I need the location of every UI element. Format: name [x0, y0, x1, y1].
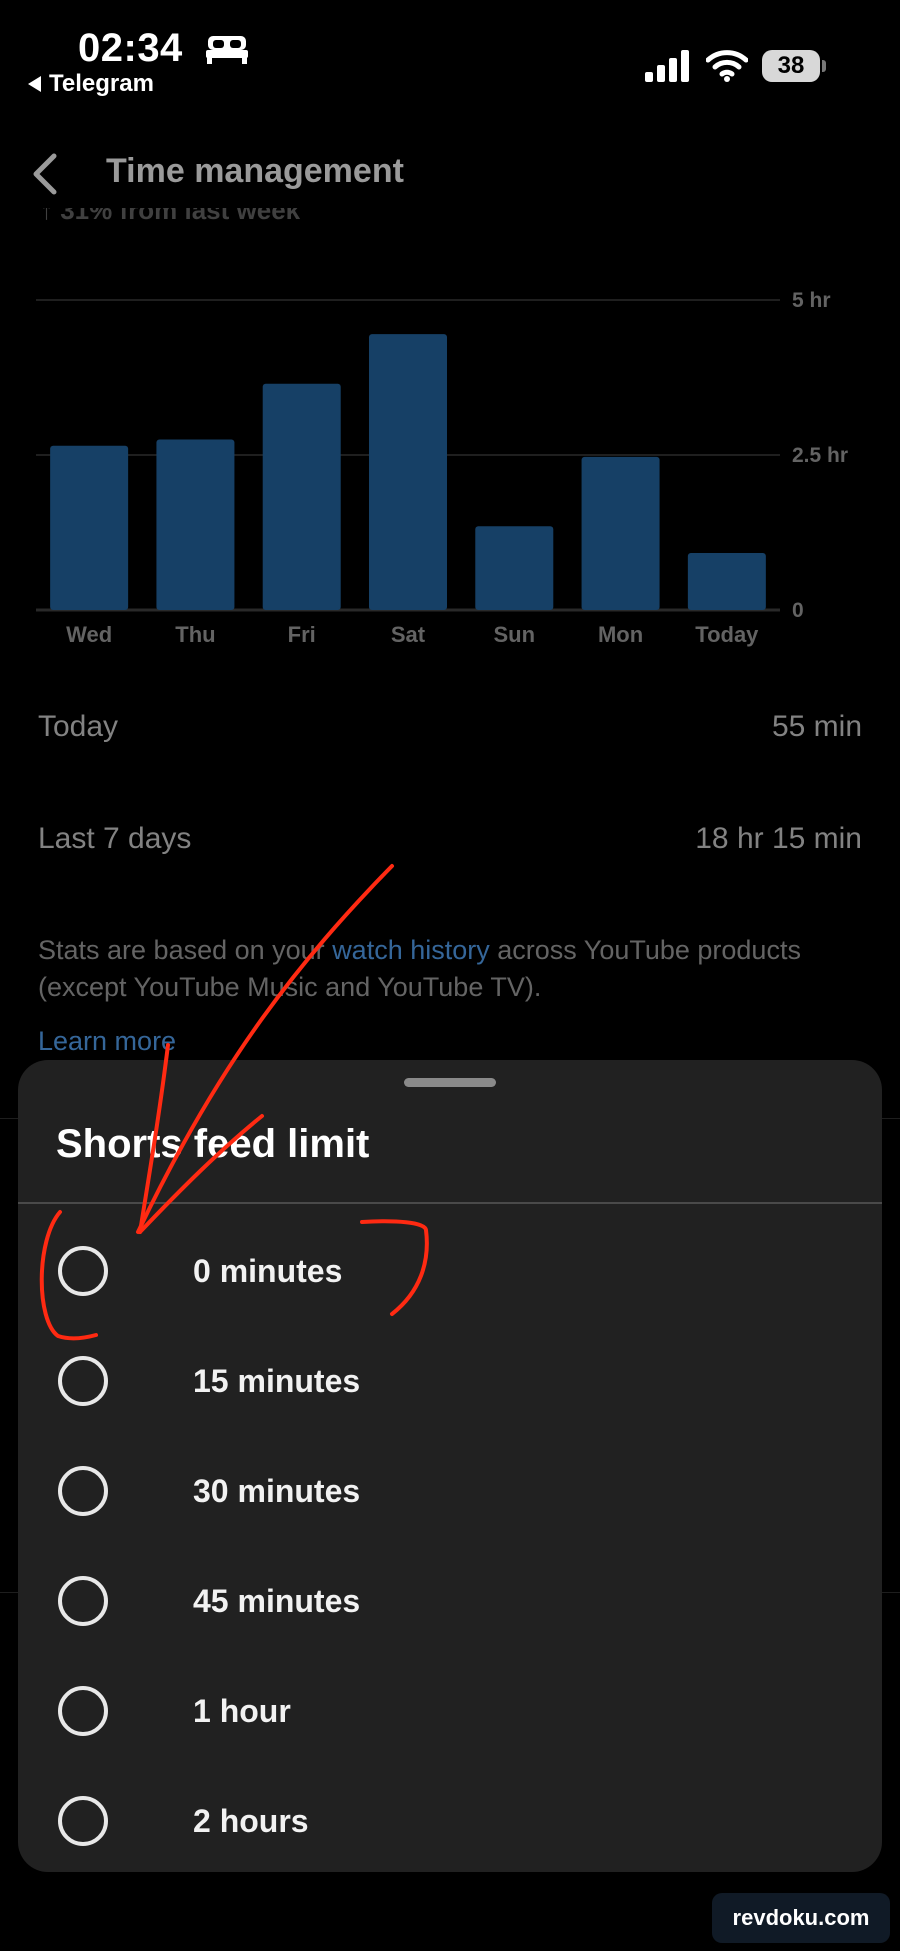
limit-options-list: 0 minutes 15 minutes 30 minutes 45 minut…	[18, 1216, 882, 1872]
last-7-days-label: Last 7 days	[38, 822, 192, 855]
watch-history-link[interactable]: watch history	[332, 935, 490, 965]
sheet-drag-handle[interactable]	[404, 1078, 496, 1087]
status-bar: 02:34 Telegram 38	[0, 0, 900, 110]
bar-wed	[50, 445, 129, 610]
bar-thu	[156, 439, 235, 610]
daily-usage-chart: 5 hr 2.5 hr 0 Wed Thu Fri Sat Sun Mon Today	[36, 289, 848, 647]
x-tick-label: Today	[695, 622, 759, 647]
page-title: Time management	[106, 152, 404, 190]
radio-button-icon[interactable]	[58, 1686, 108, 1736]
radio-button-icon[interactable]	[58, 1466, 108, 1516]
radio-button-icon[interactable]	[58, 1576, 108, 1626]
page-header: Time management	[0, 130, 900, 220]
x-tick-label: Mon	[598, 622, 643, 647]
battery-level: 38	[762, 50, 820, 82]
sheet-divider	[18, 1202, 882, 1204]
back-chevron-icon[interactable]	[26, 150, 62, 198]
option-label: 30 minutes	[193, 1473, 361, 1509]
stats-disclaimer: Stats are based on your watch history ac…	[38, 935, 801, 1002]
option-45-minutes[interactable]: 45 minutes	[18, 1546, 882, 1656]
watermark: revdoku.com	[712, 1893, 890, 1943]
option-label: 45 minutes	[193, 1583, 361, 1619]
shorts-feed-limit-sheet: Shorts feed limit 0 minutes 15 minutes 3…	[18, 1060, 882, 1872]
bar-mon	[581, 456, 660, 610]
last-7-days-value: 18 hr 15 min	[695, 822, 862, 855]
back-app-label: Telegram	[49, 70, 154, 97]
y-tick-label: 2.5 hr	[792, 444, 848, 467]
wifi-icon	[706, 50, 748, 82]
x-tick-label: Wed	[66, 622, 112, 647]
bar-today	[687, 552, 766, 610]
y-tick-label: 0	[792, 599, 804, 622]
today-stat-row: Today 55 min	[38, 710, 862, 744]
bar-sat	[369, 334, 447, 610]
cellular-signal-icon	[645, 50, 689, 82]
option-label: 0 minutes	[193, 1253, 343, 1289]
x-tick-label: Sun	[494, 622, 536, 647]
battery-indicator: 38	[762, 50, 826, 82]
bar-sun	[475, 526, 554, 610]
weekly-change-text: ↑ 31% from last week	[40, 208, 301, 225]
option-2-hours[interactable]: 2 hours	[18, 1766, 882, 1872]
option-15-minutes[interactable]: 15 minutes	[18, 1326, 882, 1436]
y-tick-label: 5 hr	[792, 289, 831, 312]
x-tick-label: Fri	[288, 622, 316, 647]
option-1-hour[interactable]: 1 hour	[18, 1656, 882, 1766]
sheet-title: Shorts feed limit	[56, 1122, 370, 1166]
radio-button-icon[interactable]	[58, 1796, 108, 1846]
bar-fri	[262, 383, 341, 610]
option-label: 2 hours	[193, 1803, 309, 1839]
option-label: 1 hour	[193, 1693, 291, 1729]
back-triangle-icon	[28, 76, 41, 92]
today-label: Today	[38, 710, 119, 743]
option-30-minutes[interactable]: 30 minutes	[18, 1436, 882, 1546]
battery-nub	[822, 60, 826, 72]
learn-more-link[interactable]: Learn more	[38, 1026, 176, 1057]
back-to-telegram-link[interactable]: Telegram	[28, 70, 154, 98]
today-value: 55 min	[771, 710, 862, 743]
option-label: 15 minutes	[193, 1363, 361, 1399]
radio-button-icon[interactable]	[58, 1356, 108, 1406]
x-tick-label: Thu	[175, 622, 215, 647]
option-0-minutes[interactable]: 0 minutes	[18, 1216, 882, 1326]
clock: 02:34	[78, 26, 183, 70]
x-tick-label: Sat	[391, 622, 426, 647]
bed-icon	[206, 36, 248, 64]
last-7-days-stat-row: Last 7 days 18 hr 15 min	[38, 822, 862, 856]
radio-button-icon[interactable]	[58, 1246, 108, 1296]
